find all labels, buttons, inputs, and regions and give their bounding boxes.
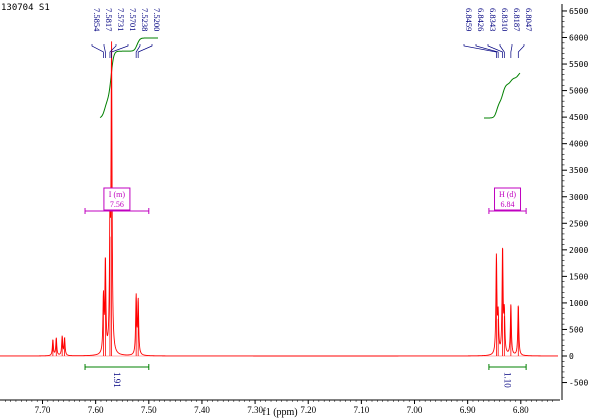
y-tick-label: 3000: [569, 193, 588, 202]
x-axis-label: f1 (ppm): [262, 407, 297, 418]
peak-label: 6.8047: [524, 8, 534, 31]
y-tick-label: 2000: [569, 246, 588, 255]
peak-label: 7.5701: [128, 8, 138, 31]
peak-label: 6.8343: [488, 8, 498, 31]
integral-curve-right: [484, 72, 521, 119]
integral-curves: [99, 37, 521, 119]
multiplet-boxes: I (m)7.56 H (d)6.84: [84, 187, 527, 214]
y-tick-label: 0: [569, 352, 574, 361]
integral-values: 1.91 1.10: [84, 364, 527, 388]
y-tick-label: 5000: [569, 87, 588, 96]
peak-label: 6.8187: [512, 8, 522, 31]
x-tick-label: 7.40: [194, 405, 210, 415]
y-tick-label: 3500: [569, 166, 588, 175]
y-tick-label: 500: [569, 325, 584, 334]
integral-value: 1.91: [112, 372, 122, 388]
x-tick-label: 7.20: [300, 405, 316, 415]
y-tick-label: 1500: [569, 272, 588, 281]
x-tick-label: 7.60: [88, 405, 104, 415]
peak-label: 7.5238: [140, 8, 150, 31]
y-tick-label: 5500: [569, 60, 588, 69]
integral-value: 1.10: [503, 372, 513, 388]
peak-label-connector: [475, 44, 499, 58]
integral-curve-left: [99, 37, 158, 118]
chart-title: 130704 S1: [1, 3, 50, 13]
multiplet-shift: 6.84: [501, 200, 515, 209]
peak-label: 7.5731: [116, 8, 126, 31]
peak-labels: 7.5854 7.5817 7.5731 7.5701 7.5238 7.5200 6.84…: [91, 8, 534, 58]
peak-label: 6.8459: [464, 8, 474, 31]
peak-label: 6.8426: [476, 8, 486, 31]
x-tick-label: 7.10: [353, 405, 369, 415]
spectrum-group: [0, 41, 558, 357]
peak-label: 7.5200: [152, 8, 162, 31]
y-tick-label: 4500: [569, 113, 588, 122]
multiplet-shift: 7.56: [110, 200, 124, 209]
peak-label-connector: [517, 44, 525, 58]
peak-label: 7.5817: [104, 8, 114, 31]
peak-label: 6.8310: [500, 8, 510, 31]
peak-label: 7.5854: [92, 8, 102, 32]
nmr-spectrum-chart: 130704 S1 -500 0 500 1000 1500 2000 2500 3000 35…: [0, 3, 588, 418]
peak-label-connector: [463, 44, 497, 58]
peak-label-connector: [510, 44, 513, 58]
peak-label-connector: [103, 44, 106, 58]
y-tick-label: 6500: [569, 7, 588, 16]
y-tick-label: 2500: [569, 219, 588, 228]
x-tick-label: 6.80: [513, 405, 529, 415]
x-tick-label: 7.30: [247, 405, 263, 415]
multiplet-label: H (d): [499, 190, 516, 199]
x-tick-label: 6.90: [460, 405, 476, 415]
peak-label-connector: [91, 44, 104, 58]
y-tick-label: 4000: [569, 140, 588, 149]
y-tick-label: -500: [569, 379, 588, 388]
y-tick-label: 6000: [569, 34, 588, 43]
x-tick-label: 7.00: [407, 405, 423, 415]
x-tick-label: 7.50: [141, 405, 157, 415]
y-tick-label: 1000: [569, 299, 588, 308]
spectrum-trace: [0, 41, 558, 357]
x-tick-label: 7.70: [35, 405, 51, 415]
multiplet-label: I (m): [109, 190, 126, 199]
